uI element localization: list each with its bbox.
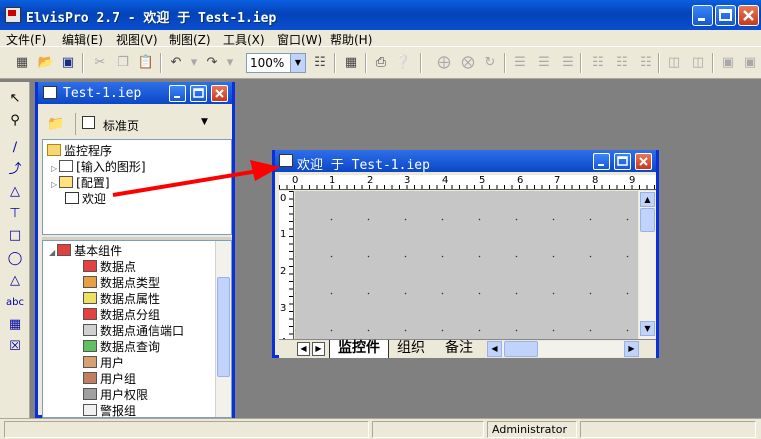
status-user: Administrator [487, 421, 577, 438]
annotation-arrow [112, 160, 280, 197]
status-cell [372, 421, 484, 438]
status-message [4, 421, 369, 438]
status-cell [580, 421, 756, 438]
status-bar: Administrator [0, 418, 761, 439]
